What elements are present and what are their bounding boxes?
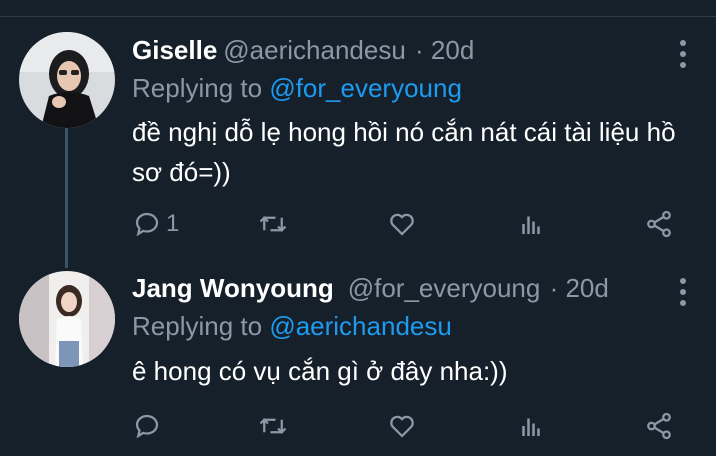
share-button[interactable] xyxy=(644,408,674,444)
heart-icon xyxy=(390,415,414,438)
share-icon xyxy=(647,412,671,440)
retweet-button[interactable] xyxy=(258,408,288,444)
analytics-icon xyxy=(522,418,540,436)
reply-icon xyxy=(135,414,159,439)
avatar-wonyoung[interactable] xyxy=(19,271,115,367)
tweet-wonyoung[interactable]: Jang Wonyoung @for_everyoung · 20d Replyi… xyxy=(0,0,716,456)
analytics-button[interactable] xyxy=(516,408,546,444)
more-vertical-icon[interactable] xyxy=(680,278,686,311)
replying-to: Replying to @aerichandesu xyxy=(132,311,452,342)
display-name[interactable]: Jang Wonyoung xyxy=(132,273,334,303)
retweet-icon xyxy=(259,418,287,434)
mention-link[interactable]: @aerichandesu xyxy=(269,311,452,341)
tweet-text: ê hong có vụ cắn gì ở đây nha:)) xyxy=(132,356,508,386)
like-button[interactable] xyxy=(387,408,417,444)
timestamp[interactable]: · 20d xyxy=(550,273,609,303)
tweet-header: Jang Wonyoung @for_everyoung · 20d xyxy=(132,273,609,304)
user-handle[interactable]: @for_everyoung xyxy=(348,273,541,303)
replying-prefix: Replying to xyxy=(132,311,270,341)
tweet-actions xyxy=(132,408,692,448)
reply-button[interactable] xyxy=(132,408,166,444)
